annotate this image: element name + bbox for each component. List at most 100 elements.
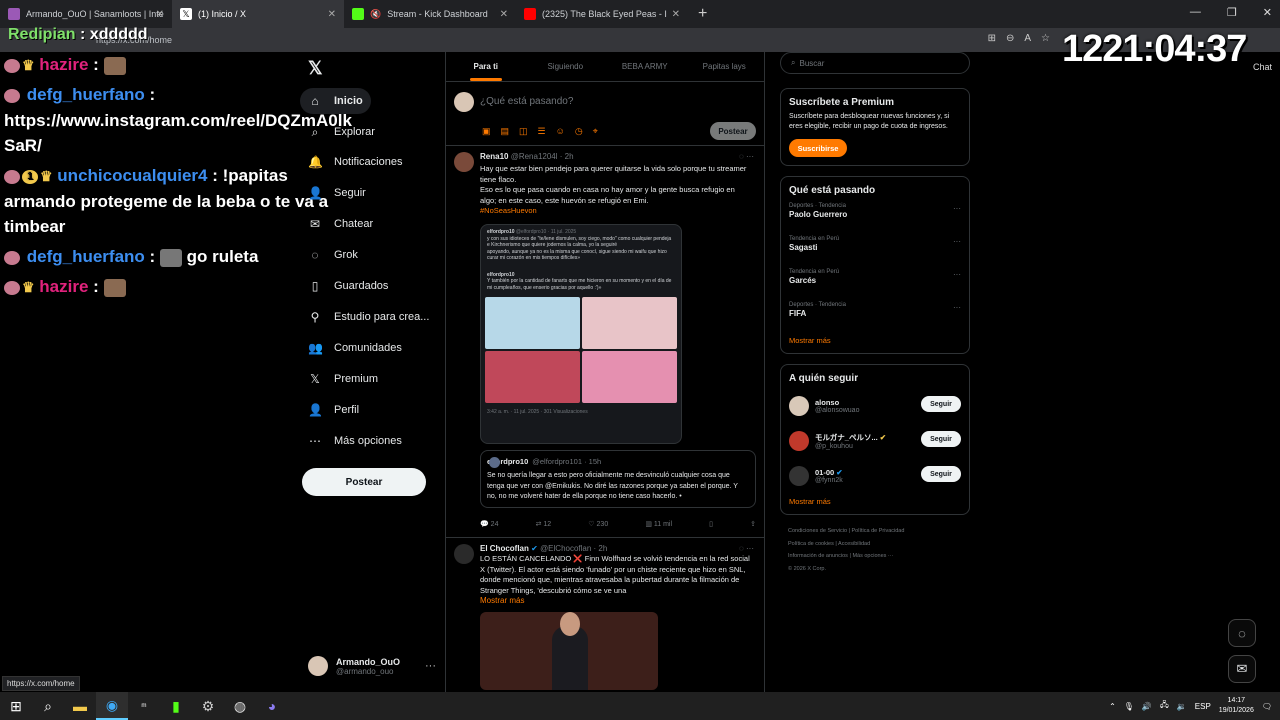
close-tab-icon[interactable]: ✕	[672, 9, 680, 20]
zoom-icon[interactable]: ⊖	[1006, 33, 1014, 44]
edge-icon[interactable]: ◉	[96, 692, 128, 720]
muted-icon[interactable]: 🔇	[370, 9, 381, 20]
close-window-icon[interactable]: ✕	[1263, 6, 1272, 19]
more-icon[interactable]: ···	[953, 204, 961, 213]
browser-tab-3[interactable]: 🔇 Stream - Kick Dashboard ✕	[344, 0, 516, 28]
account-more-icon[interactable]: ···	[425, 660, 436, 672]
nav-item-guardados[interactable]: ▯ Guardados	[300, 273, 396, 299]
show-more-link[interactable]: Mostrar más	[480, 596, 752, 607]
nav-item-estudio[interactable]: ⚲ Estudio para crea...	[300, 304, 437, 330]
reply-button[interactable]: 💬 24	[480, 520, 498, 528]
follow-button[interactable]: Seguir	[921, 431, 961, 447]
tweet[interactable]: El Chocoflan ✔ @ElChocoflan · 2h ◌ ··· L…	[446, 538, 764, 698]
compose-post-button[interactable]: Postear	[710, 122, 756, 140]
views-button[interactable]: ▥ 11 mil	[645, 520, 672, 528]
follow-suggestion[interactable]: alonso @alonsowuao Seguir	[789, 388, 961, 423]
nav-item-comunidades[interactable]: 👥 Comunidades	[300, 335, 410, 361]
poll-icon[interactable]: ☰	[538, 126, 546, 137]
nav-item-seguir[interactable]: 👤 Seguir	[300, 180, 374, 206]
new-tab-button[interactable]: +	[688, 5, 717, 23]
footer-link[interactable]: Información de anuncios	[788, 553, 848, 559]
nav-item-inicio[interactable]: ⌂ Inicio	[300, 88, 371, 114]
tab-beba-army[interactable]: BEBA ARMY	[605, 52, 685, 81]
tweet-author[interactable]: El Chocoflan	[480, 544, 529, 553]
quoted-tweet[interactable]: elfordpro10 @elfordpro101 · 15h Se no que…	[480, 450, 756, 508]
follow-button[interactable]: Seguir	[921, 396, 961, 412]
network-icon[interactable]: 🖧	[1160, 699, 1169, 713]
location-icon[interactable]: ⌖	[593, 126, 598, 137]
nav-item-premium[interactable]: 𝕏 Premium	[300, 366, 386, 392]
nav-item-perfil[interactable]: 👤 Perfil	[300, 397, 367, 423]
nav-item-grok[interactable]: ◌ Grok	[300, 242, 366, 268]
read-aloud-icon[interactable]: A	[1024, 33, 1031, 44]
tab-siguiendo[interactable]: Siguiendo	[526, 52, 606, 81]
clock[interactable]: 14:17 19/01/2026	[1219, 696, 1254, 716]
volume-icon[interactable]: 🔊	[1142, 702, 1152, 711]
follow-suggestion[interactable]: 01-00 ✔ @fynn2k Seguir	[789, 458, 961, 493]
trend-item[interactable]: Tendencia en Perú Sagasti ···	[789, 233, 961, 266]
schedule-icon[interactable]: ◷	[575, 126, 583, 137]
show-more-follow-link[interactable]: Mostrar más	[789, 497, 961, 506]
more-icon[interactable]: ···	[953, 237, 961, 246]
tweet[interactable]: Rena10 @Rena1204l · 2h ◌ ··· Hay que est…	[446, 146, 764, 538]
footer-link[interactable]: Política de Privacidad	[852, 528, 905, 534]
nav-item-chatear[interactable]: ✉ Chatear	[300, 211, 381, 237]
kick-icon[interactable]: ▮	[160, 692, 192, 720]
messages-float-button[interactable]: ✉	[1228, 655, 1256, 683]
image-icon[interactable]: ▣	[482, 126, 491, 137]
apps-icon[interactable]: ⊞	[988, 33, 996, 44]
chevron-up-icon[interactable]: ⌃	[1109, 702, 1116, 711]
grok-float-button[interactable]: ◌	[1228, 619, 1256, 647]
hashtag-link[interactable]: #NoSeasHuevon	[480, 206, 752, 217]
nav-item-notificaciones[interactable]: 🔔 Notificaciones	[300, 149, 410, 175]
grok-icon[interactable]: ◌	[739, 152, 744, 161]
trend-item[interactable]: Deportes · Tendencia FIFA ···	[789, 299, 961, 332]
x-logo-icon[interactable]: 𝕏	[308, 58, 323, 79]
nav-item-explorar[interactable]: ⌕ Explorar	[300, 119, 383, 145]
repost-button[interactable]: ⇄ 12	[536, 520, 552, 528]
browser-tab-4[interactable]: (2325) The Black Eyed Peas - I ✕	[516, 0, 688, 28]
gif-icon[interactable]: ▤	[501, 126, 510, 137]
footer-link[interactable]: Más opciones ···	[852, 553, 893, 559]
footer-link[interactable]: Accesibilidad	[838, 541, 870, 547]
volume-mixer-icon[interactable]: 🔉	[1177, 702, 1187, 711]
nav-item-mas-opciones[interactable]: ⋯ Más opciones	[300, 428, 410, 454]
chat-button[interactable]: Chat	[1253, 62, 1272, 72]
show-more-trends-link[interactable]: Mostrar más	[789, 336, 961, 345]
browser-tab-2[interactable]: 𝕏 (1) Inicio / X ✕	[172, 0, 344, 28]
discord-icon[interactable]: ◕	[256, 692, 288, 720]
grok-image-icon[interactable]: ◫	[519, 126, 528, 137]
account-switcher[interactable]: Armando_OuO @armando_ouo	[308, 656, 400, 676]
app-icon[interactable]: ᵐ	[128, 692, 160, 720]
language-indicator[interactable]: ESP	[1195, 702, 1211, 711]
follow-button[interactable]: Seguir	[921, 466, 961, 482]
follow-suggestion[interactable]: モルガナ_ペルソ... ✔ @p_kouhou Seguir	[789, 423, 961, 458]
search-icon[interactable]: ⌕	[32, 692, 64, 720]
more-icon[interactable]: ···	[953, 270, 961, 279]
tweet-author[interactable]: Rena10	[480, 152, 508, 161]
more-icon[interactable]: ···	[746, 152, 754, 161]
post-button[interactable]: Postear	[302, 468, 426, 496]
footer-link[interactable]: Política de cookies	[788, 541, 834, 547]
search-input[interactable]: ⌕ Buscar	[780, 52, 970, 74]
grok-icon[interactable]: ◌	[739, 544, 744, 553]
tab-para-ti[interactable]: Para ti	[446, 52, 526, 81]
footer-link[interactable]: Condiciones de Servicio	[788, 528, 847, 534]
like-button[interactable]: ♡ 230	[588, 520, 608, 528]
close-tab-icon[interactable]: ✕	[328, 9, 336, 20]
tab-papitas-lays[interactable]: Papitas lays	[685, 52, 765, 81]
subscribe-button[interactable]: Suscribirse	[789, 139, 847, 157]
emoji-icon[interactable]: ☺	[556, 126, 565, 137]
trend-item[interactable]: Deportes · Tendencia Paolo Guerrero ···	[789, 200, 961, 233]
microphone-icon[interactable]: 🎙	[1124, 702, 1134, 711]
close-tab-icon[interactable]: ✕	[500, 9, 508, 20]
more-icon[interactable]: ···	[953, 303, 961, 312]
file-explorer-icon[interactable]: ▬	[64, 692, 96, 720]
steam-icon[interactable]: ⚙	[192, 692, 224, 720]
tweet-video[interactable]	[480, 612, 658, 690]
start-button[interactable]: ⊞	[0, 692, 32, 720]
maximize-icon[interactable]: ❐	[1227, 6, 1237, 19]
favorite-star-icon[interactable]: ☆	[1041, 33, 1050, 44]
share-icon[interactable]: ⇪	[750, 520, 756, 528]
close-tab-icon[interactable]: ✕	[156, 9, 164, 20]
